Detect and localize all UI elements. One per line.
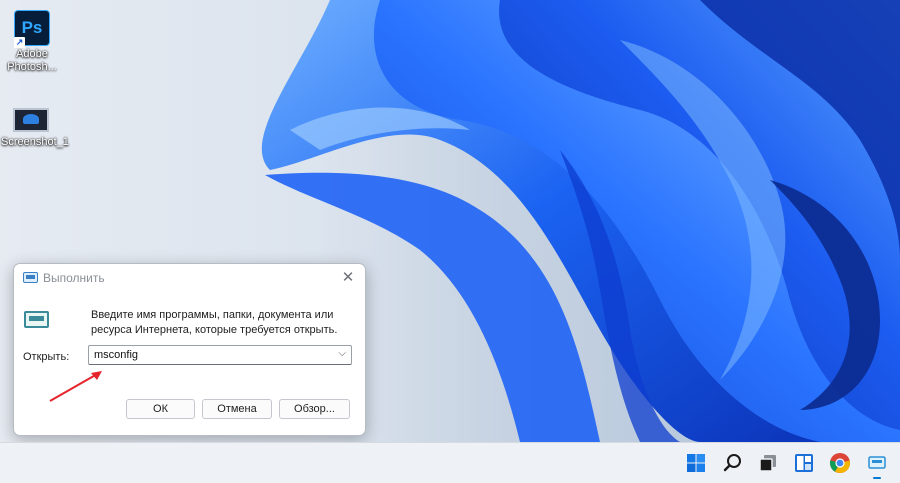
dialog-description: Введите имя программы, папки, документа … — [91, 309, 338, 336]
annotation-arrow — [49, 371, 102, 402]
ok-button[interactable]: ОК — [126, 399, 195, 419]
search-icon — [723, 454, 741, 472]
run-dialog: Выполнить ✕ Введите имя программы, папки… — [13, 263, 366, 436]
task-view-icon — [759, 455, 776, 472]
chrome-icon — [829, 453, 851, 474]
image-file-icon — [13, 108, 49, 132]
active-indicator — [873, 477, 881, 479]
desktop-icon-label: Screenshot_1 — [1, 136, 69, 148]
photoshop-glyph: Ps — [21, 18, 43, 37]
start-button[interactable] — [683, 450, 709, 476]
desktop-icon-photoshop[interactable]: Ps ↗ Adobe Photosh... — [2, 10, 62, 74]
run-program-icon — [24, 311, 49, 328]
run-app-icon — [868, 456, 886, 469]
title-bar[interactable]: Выполнить ✕ — [14, 264, 365, 292]
photoshop-icon: Ps ↗ — [14, 10, 50, 48]
chrome-button[interactable] — [827, 450, 853, 476]
desktop-icon-screenshot[interactable]: Screenshot_1 — [1, 108, 69, 149]
task-view-button[interactable] — [755, 450, 781, 476]
widgets-icon — [795, 454, 813, 472]
close-icon: ✕ — [341, 269, 355, 286]
start-icon — [687, 454, 705, 472]
shortcut-arrow-icon: ↗ — [14, 37, 25, 48]
run-app-icon — [23, 272, 38, 283]
taskbar — [0, 442, 900, 483]
desktop: Ps ↗ Adobe Photosh... Screenshot_1 Выпол… — [0, 0, 900, 442]
open-input[interactable]: msconfig — [94, 349, 138, 361]
browse-button[interactable]: Обзор... — [279, 399, 350, 419]
dialog-title: Выполнить — [43, 271, 105, 285]
widgets-button[interactable] — [791, 450, 817, 476]
run-taskbar-button[interactable] — [864, 450, 890, 479]
chevron-down-icon[interactable]: ⌵ — [338, 348, 346, 359]
open-label: Открыть: — [23, 351, 70, 363]
desktop-icon-label: Adobe Photosh... — [7, 48, 57, 73]
search-button[interactable] — [720, 450, 746, 476]
cancel-button[interactable]: Отмена — [202, 399, 272, 419]
open-combobox[interactable]: msconfig ⌵ — [88, 345, 352, 365]
close-button[interactable]: ✕ — [335, 267, 361, 289]
